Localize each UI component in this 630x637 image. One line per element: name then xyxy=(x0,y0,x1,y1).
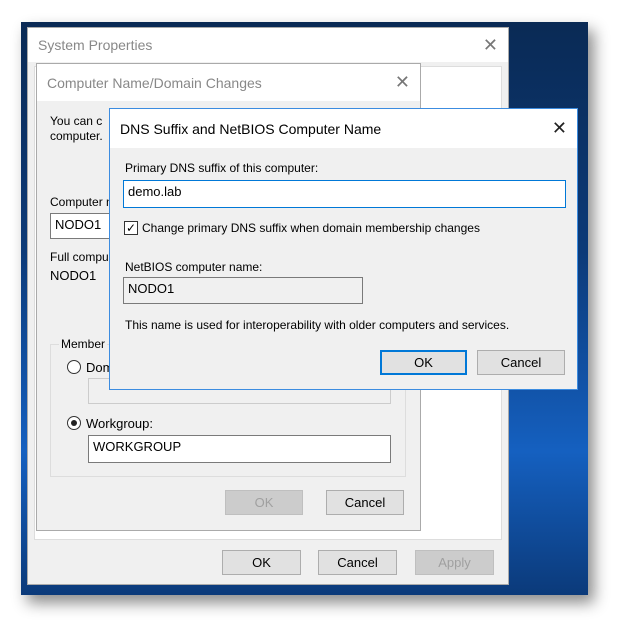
dns-suffix-label: Primary DNS suffix of this computer: xyxy=(125,161,319,175)
cancel-button[interactable]: Cancel xyxy=(326,490,404,515)
netbios-label: NetBIOS computer name: xyxy=(125,260,263,274)
dialog-title: Computer Name/Domain Changes xyxy=(47,74,262,91)
apply-button: Apply xyxy=(415,550,494,575)
member-of-label: Member xyxy=(59,337,108,351)
close-icon[interactable]: ✕ xyxy=(552,118,567,139)
window-title: System Properties xyxy=(38,37,153,53)
cancel-button[interactable]: Cancel xyxy=(477,350,565,375)
close-icon[interactable]: ✕ xyxy=(395,72,410,93)
intro-text: You can c xyxy=(50,114,103,128)
change-dns-suffix-label: Change primary DNS suffix when domain me… xyxy=(142,221,480,235)
cancel-button[interactable]: Cancel xyxy=(318,550,397,575)
dialog-titlebar: Computer Name/Domain Changes ✕ xyxy=(37,64,420,101)
workgroup-label: Workgroup: xyxy=(86,416,153,431)
full-name-label: Full compu xyxy=(50,250,109,264)
close-icon[interactable]: ✕ xyxy=(483,35,498,56)
domain-radio[interactable] xyxy=(67,360,81,374)
workgroup-radio[interactable] xyxy=(67,416,81,430)
ok-button: OK xyxy=(225,490,303,515)
computer-name-label: Computer n xyxy=(50,195,113,209)
change-dns-suffix-checkbox[interactable]: ✓ xyxy=(124,221,138,235)
system-properties-titlebar: System Properties ✕ xyxy=(28,28,508,62)
dns-suffix-input[interactable]: demo.lab xyxy=(123,180,566,208)
dialog-title: DNS Suffix and NetBIOS Computer Name xyxy=(120,120,382,137)
netbios-note: This name is used for interoperability w… xyxy=(125,318,510,332)
intro-text-2: computer. xyxy=(50,129,103,143)
full-name-value: NODO1 xyxy=(50,268,97,283)
ok-button[interactable]: OK xyxy=(222,550,301,575)
ok-button[interactable]: OK xyxy=(380,350,467,375)
workgroup-input[interactable]: WORKGROUP xyxy=(88,435,391,463)
dns-suffix-dialog: DNS Suffix and NetBIOS Computer Name ✕ P… xyxy=(109,108,578,390)
dialog-titlebar: DNS Suffix and NetBIOS Computer Name ✕ xyxy=(110,109,577,148)
netbios-name-input: NODO1 xyxy=(123,277,363,304)
